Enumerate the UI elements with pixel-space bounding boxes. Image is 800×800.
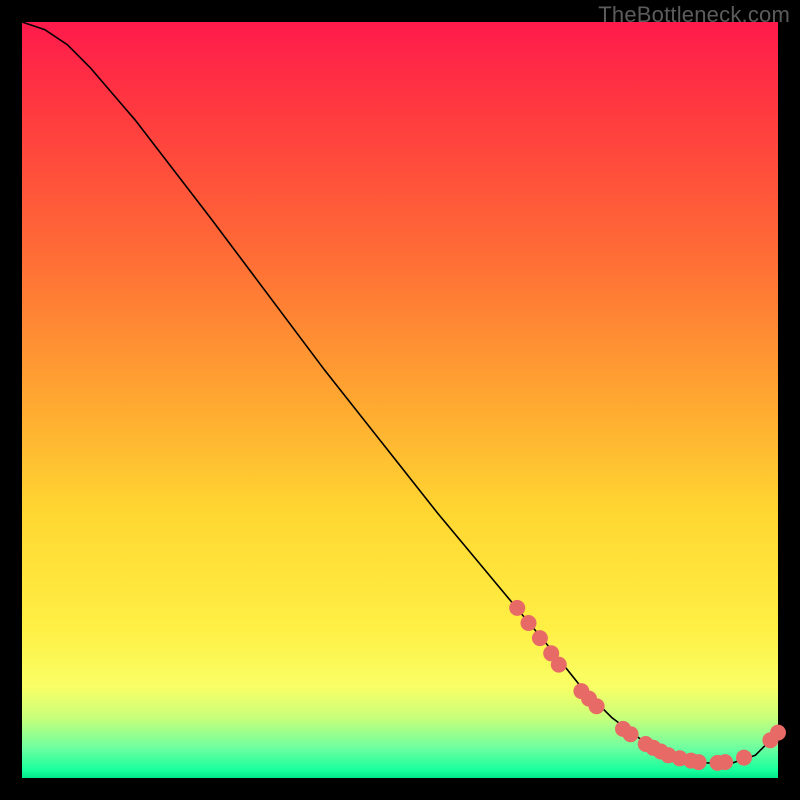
watermark-text: TheBottleneck.com <box>598 2 790 28</box>
data-marker <box>532 630 548 646</box>
data-marker <box>623 726 639 742</box>
data-marker <box>717 754 733 770</box>
curve-svg <box>22 22 778 778</box>
data-markers <box>509 600 786 771</box>
plot-area <box>22 22 778 778</box>
data-marker <box>736 750 752 766</box>
data-marker <box>521 615 537 631</box>
bottleneck-curve <box>22 22 778 763</box>
chart-frame: TheBottleneck.com <box>0 0 800 800</box>
data-marker <box>770 725 786 741</box>
data-marker <box>551 657 567 673</box>
data-marker <box>509 600 525 616</box>
data-marker <box>589 698 605 714</box>
data-marker <box>691 754 707 770</box>
